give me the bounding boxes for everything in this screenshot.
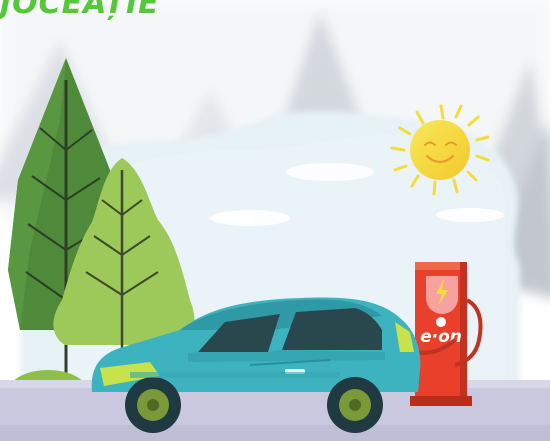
charger-brand-label: e·on (420, 327, 462, 347)
scene-artwork: e·on (0, 0, 550, 441)
illustration-scene: e·on JOCEAȚIE (0, 0, 550, 441)
page-headline: JOCEAȚIE (0, 0, 160, 21)
